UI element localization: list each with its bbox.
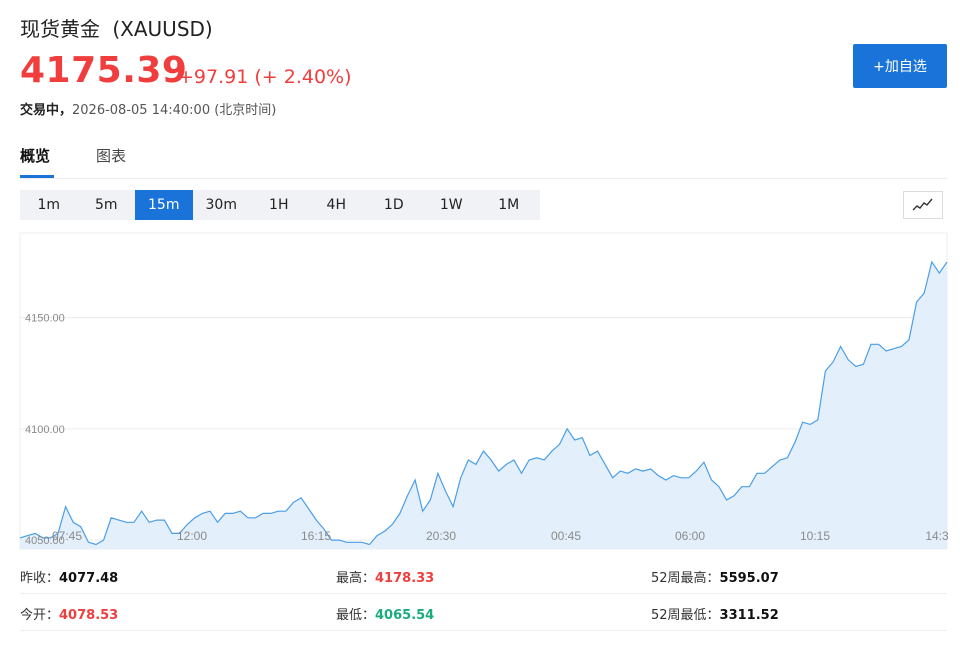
x-tick-label: 16:15 <box>301 529 331 543</box>
stat-label: 最低： <box>336 608 376 623</box>
x-tick-label: 07:45 <box>52 529 82 543</box>
week52-high: 52周最高：5595.07 <box>651 567 779 586</box>
week52-low: 52周最低：3311.52 <box>651 604 779 623</box>
x-tick-label: 10:15 <box>800 529 830 543</box>
prev-close: 昨收：4077.48 <box>20 567 118 586</box>
stat-value: 4178.33 <box>375 571 435 586</box>
x-tick-label: 06:00 <box>675 529 705 543</box>
stats-row: 昨收：4077.48 最高：4178.33 52周最高：5595.07 <box>20 557 947 594</box>
stat-value: 3311.52 <box>719 608 779 623</box>
stat-label: 52周最低： <box>651 608 720 623</box>
stat-value: 4078.53 <box>59 608 119 623</box>
stat-value: 5595.07 <box>719 571 779 586</box>
x-tick-label: 14:3 <box>925 529 949 543</box>
x-tick-label: 00:45 <box>551 529 581 543</box>
stat-label: 52周最高： <box>651 571 720 586</box>
stats-row: 今开：4078.53 最低：4065.54 52周最低：3311.52 <box>20 594 947 631</box>
stat-label: 今开： <box>20 608 60 623</box>
day-high: 最高：4178.33 <box>336 567 434 586</box>
stat-label: 最高： <box>336 571 376 586</box>
y-tick-label: 4100.00 <box>25 424 65 436</box>
price-chart: 4150.004100.004050.0007:45 12:00 16:15 20:3… <box>19 232 949 550</box>
stat-value: 4065.54 <box>375 608 435 623</box>
x-tick-label: 12:00 <box>177 529 207 543</box>
today-open: 今开：4078.53 <box>20 604 118 623</box>
y-tick-label: 4150.00 <box>25 313 65 325</box>
stat-label: 昨收： <box>20 571 60 586</box>
day-low: 最低：4065.54 <box>336 604 434 623</box>
stat-value: 4077.48 <box>59 571 119 586</box>
x-tick-label: 20:30 <box>426 529 456 543</box>
